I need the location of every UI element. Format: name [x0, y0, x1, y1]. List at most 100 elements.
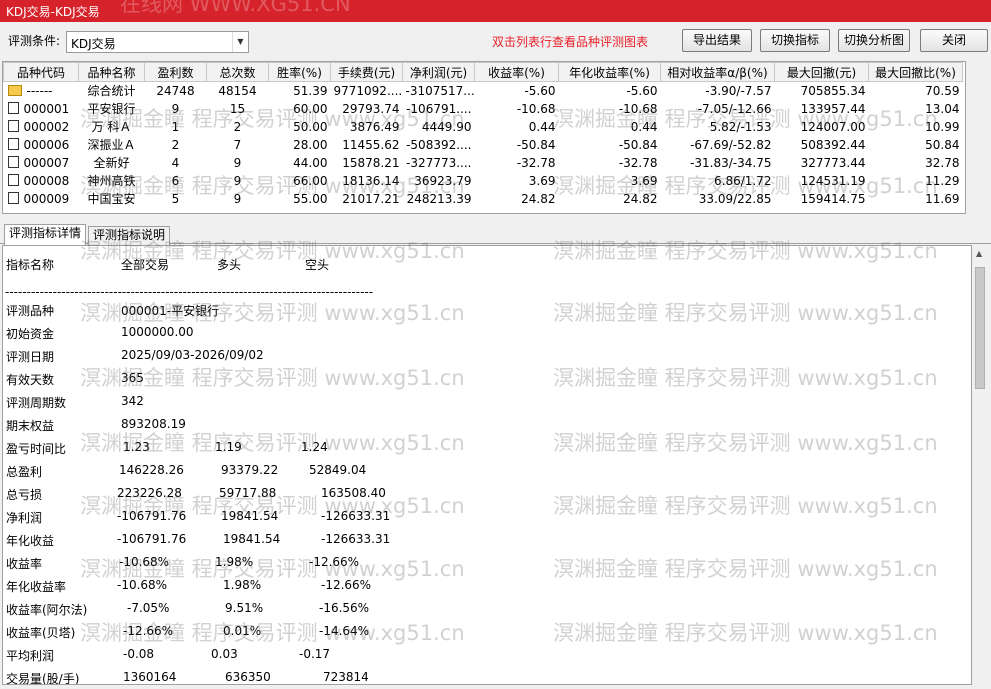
metric-label: 平均利润	[6, 649, 55, 663]
tab-indicator-description[interactable]: 评测指标说明	[88, 226, 171, 245]
scroll-up-icon[interactable]: ▲	[976, 249, 982, 258]
switch-indicator-button[interactable]: 切换指标	[760, 29, 830, 52]
table-row[interactable]: 000001 平安银行 9 15 60.00 29793.74 -106791.... -10…	[4, 100, 963, 118]
metric-short: -14.64%	[319, 624, 370, 638]
metric-long: 1.98%	[215, 555, 254, 569]
export-button[interactable]: 导出结果	[682, 29, 752, 52]
table-cell: 36923.79	[414, 173, 472, 188]
table-cell: 全新好	[93, 156, 130, 170]
table-row[interactable]: 000007 全新好 4 9 44.00 15878.21 -327773.... -32.7…	[4, 154, 963, 172]
table-cell: 29793.74	[342, 101, 400, 116]
scrollbar-thumb[interactable]	[975, 267, 985, 389]
results-table: 品种代码 品种名称 盈利数 总次数 胜率(%) 手续费(元) 净利润(元) 收益…	[3, 62, 963, 208]
table-cell: 133957.44	[800, 101, 866, 116]
info-value: 2025/09/03-2026/09/02	[121, 348, 264, 362]
col-header[interactable]: 最大回撤(元)	[774, 62, 869, 82]
metric-short: -12.66%	[309, 555, 360, 569]
col-header[interactable]: 总次数	[206, 62, 269, 82]
table-cell: 2	[233, 119, 242, 134]
checkbox-icon[interactable]	[7, 155, 19, 168]
table-cell: 60.00	[293, 101, 328, 116]
grid-scrollbar[interactable]	[966, 61, 988, 214]
condition-label: 评测条件:	[8, 34, 61, 48]
tab-indicator-detail[interactable]: 评测指标详情	[4, 224, 87, 245]
col-header[interactable]: 品种名称	[78, 62, 145, 82]
table-cell: -10.68	[618, 101, 658, 116]
table-row[interactable]: 000002 万 科Ａ 1 2 50.00 3876.49 4449.90 0.44 0.44 5…	[4, 118, 963, 136]
table-row[interactable]: 000006 深振业Ａ 2 7 28.00 11455.62 -508392.... -50.…	[4, 136, 963, 154]
metric-long: 0.01%	[223, 624, 262, 638]
metric-label: 收益率(贝塔)	[6, 626, 76, 640]
col-header[interactable]: 最大回撤比(%)	[868, 62, 963, 82]
table-cell: 9771092....	[333, 83, 403, 98]
checkbox-icon[interactable]	[7, 173, 19, 186]
detail-scrollbar[interactable]: ▲	[972, 245, 989, 685]
info-label: 评测日期	[6, 350, 55, 364]
table-cell: 28.00	[293, 137, 328, 152]
table-cell: 124007.00	[800, 119, 866, 134]
table-cell: 11.69	[925, 191, 960, 206]
checkbox-icon[interactable]	[7, 191, 19, 204]
close-button[interactable]: 关闭	[920, 29, 988, 52]
table-cell: 5.82/-1.53	[709, 119, 772, 134]
condition-select[interactable]: KDJ交易 ▼	[66, 31, 249, 53]
table-cell: 21017.21	[342, 191, 400, 206]
metric-all: -0.08	[123, 647, 155, 661]
table-cell: -31.83/-34.75	[690, 155, 772, 170]
col-header[interactable]: 年化收益率(%)	[558, 62, 661, 82]
chevron-down-icon[interactable]: ▼	[232, 32, 248, 52]
checkbox-icon[interactable]	[7, 119, 19, 132]
col-header[interactable]: 胜率(%)	[268, 62, 331, 82]
table-cell: 124531.19	[800, 173, 866, 188]
table-cell: 24.82	[623, 191, 658, 206]
table-row[interactable]: ------ 综合统计 24748 48154 51.39 9771092.... -310…	[4, 82, 963, 100]
table-cell: -32.78	[516, 155, 556, 170]
metric-long: 1.19	[215, 440, 242, 454]
table-cell: 159414.75	[800, 191, 866, 206]
col-header[interactable]: 净利润(元)	[402, 62, 475, 82]
checkbox-icon[interactable]	[7, 101, 19, 114]
table-cell: 48154	[218, 83, 257, 98]
table-cell: 70.59	[925, 83, 960, 98]
table-cell: 11.29	[925, 173, 960, 188]
metric-short: -0.17	[299, 647, 331, 661]
detail-header-long: 多头	[217, 258, 242, 272]
table-cell: 9	[233, 191, 242, 206]
table-cell: 6.86/1.72	[714, 173, 772, 188]
table-cell: -5.60	[524, 83, 556, 98]
cell-text: 000007	[23, 155, 70, 170]
col-header[interactable]: 盈利数	[144, 62, 207, 82]
col-header[interactable]: 品种代码	[3, 62, 79, 82]
metric-long: 19841.54	[223, 532, 281, 546]
cell-code: 000006	[4, 136, 79, 154]
metric-label: 交易量(股/手)	[6, 672, 80, 685]
table-row[interactable]: 000009 中国宝安 5 9 55.00 21017.21 248213.39 24.82 2…	[4, 190, 963, 208]
switch-chart-button[interactable]: 切换分析图	[838, 29, 910, 52]
table-cell: 24748	[156, 83, 195, 98]
checkbox-icon[interactable]	[7, 137, 19, 150]
col-header[interactable]: 收益率(%)	[474, 62, 559, 82]
col-header[interactable]: 手续费(元)	[330, 62, 403, 82]
metric-short: 163508.40	[321, 486, 386, 500]
metric-all: -10.68%	[119, 555, 170, 569]
info-value: 893208.19	[121, 417, 186, 431]
toolbar: 评测条件: KDJ交易 ▼ 双击列表行查看品种评测图表 导出结果 切换指标 切换…	[0, 22, 991, 60]
col-header[interactable]: 相对收益率α/β(%)	[660, 62, 775, 82]
metric-all: 1360164	[123, 670, 177, 684]
table-row[interactable]: 000008 神州高铁 6 9 66.00 18136.14 36923.79 3.69 3.6…	[4, 172, 963, 190]
metric-all: -106791.76	[117, 509, 187, 523]
metric-label: 收益率	[6, 557, 43, 571]
table-cell: 705855.34	[800, 83, 866, 98]
folder-icon	[7, 84, 22, 96]
table-cell: 18136.14	[342, 173, 400, 188]
table-cell: -50.84	[618, 137, 658, 152]
metric-short: -12.66%	[321, 578, 372, 592]
info-label: 初始资金	[6, 327, 55, 341]
table-cell: 0.44	[528, 119, 556, 134]
table-cell: -106791....	[406, 101, 472, 116]
cell-code: 000007	[4, 154, 79, 172]
results-grid[interactable]: 品种代码 品种名称 盈利数 总次数 胜率(%) 手续费(元) 净利润(元) 收益…	[2, 61, 966, 214]
detail-header-name: 指标名称	[6, 258, 55, 272]
table-cell: 万 科Ａ	[91, 120, 132, 134]
table-cell: 33.09/22.85	[698, 191, 772, 206]
